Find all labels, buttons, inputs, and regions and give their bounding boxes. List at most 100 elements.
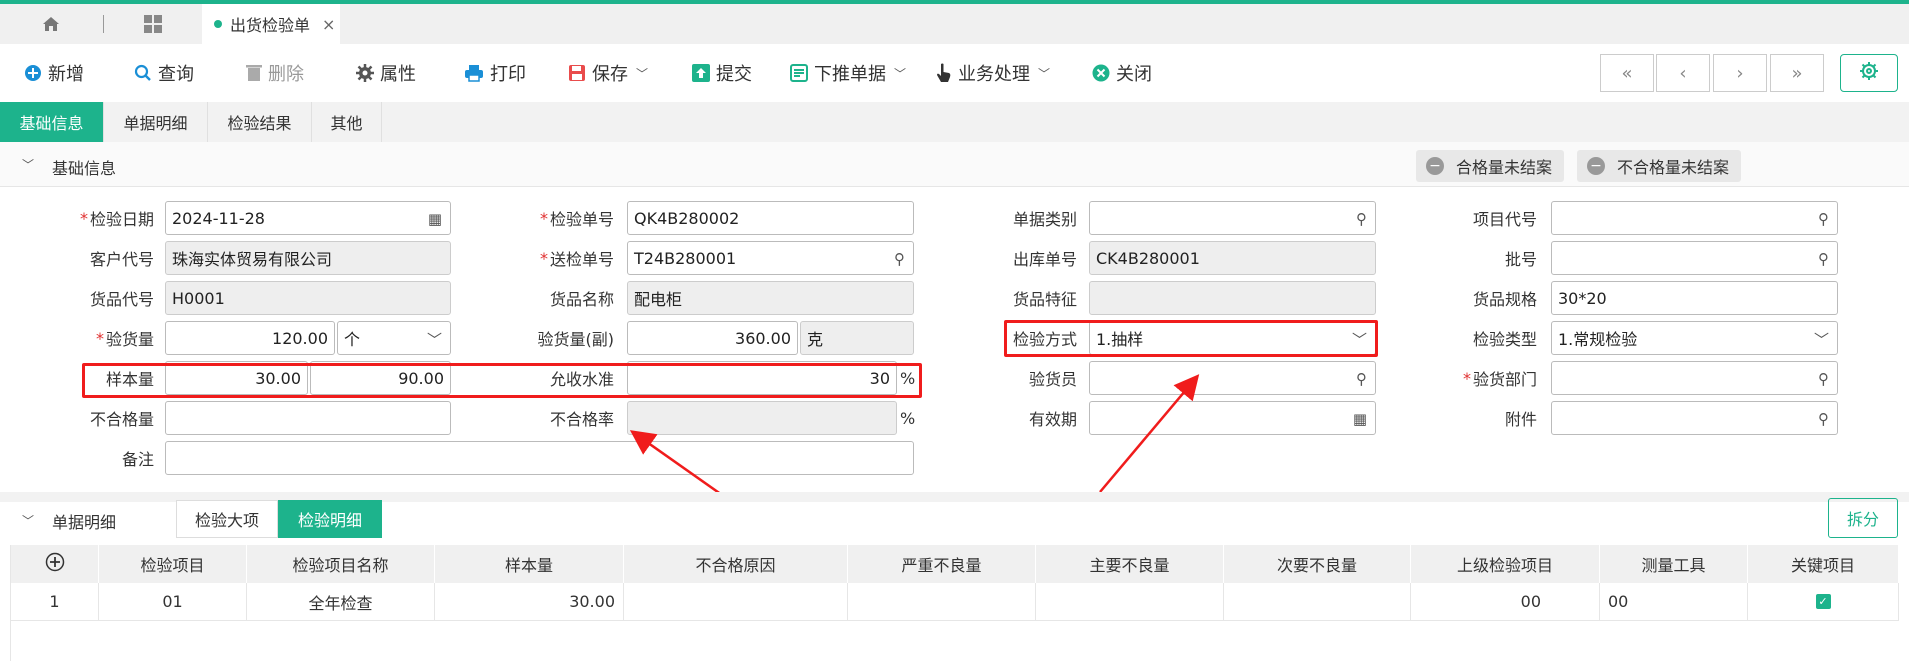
outbound-no-field: CK4B280001 xyxy=(1089,241,1376,275)
expiry-field[interactable]: ▦ xyxy=(1089,401,1376,435)
tab-basic-info[interactable]: 基础信息 xyxy=(0,102,104,142)
dept-field[interactable]: ⚲ xyxy=(1551,361,1838,395)
col-header[interactable]: 主要不良量 xyxy=(1036,545,1224,583)
inspect-no-field[interactable]: QK4B280002 xyxy=(627,201,914,235)
hand-pointer-icon xyxy=(936,63,952,83)
push-down-button[interactable]: 下推单据 ﹀ xyxy=(790,44,906,102)
home-icon[interactable] xyxy=(6,4,96,44)
qty-field[interactable]: 120.00 xyxy=(165,321,335,355)
close-button[interactable]: 关闭 xyxy=(1092,44,1152,102)
sample-field-1[interactable]: 30.00 xyxy=(165,361,308,395)
batch-field[interactable]: ⚲ xyxy=(1551,241,1838,275)
search-icon[interactable]: ⚲ xyxy=(1818,242,1829,274)
calendar-icon[interactable]: ▦ xyxy=(1353,402,1367,434)
delete-button[interactable]: 删除 xyxy=(246,44,304,102)
next-record-button[interactable]: › xyxy=(1713,54,1767,92)
calendar-icon[interactable]: ▦ xyxy=(428,202,442,234)
new-label: 新增 xyxy=(48,64,84,85)
qty-unit-select[interactable]: 个 ﹀ xyxy=(337,321,451,355)
new-button[interactable]: 新增 xyxy=(24,44,84,102)
search-icon[interactable]: ⚲ xyxy=(1818,362,1829,394)
cell-reason[interactable] xyxy=(624,583,848,621)
query-button[interactable]: 查询 xyxy=(134,44,194,102)
apps-icon[interactable] xyxy=(108,4,198,44)
inspector-label: 验货员 xyxy=(1028,370,1077,389)
method-select[interactable]: 1.抽样 ﹀ xyxy=(1089,321,1376,355)
item-name-field: 配电柜 xyxy=(627,281,914,315)
search-icon[interactable]: ⚲ xyxy=(1818,202,1829,234)
project-code-field[interactable]: ⚲ xyxy=(1551,201,1838,235)
search-icon[interactable]: ⚲ xyxy=(1356,202,1367,234)
inspector-field[interactable]: ⚲ xyxy=(1089,361,1376,395)
col-header[interactable]: 严重不良量 xyxy=(848,545,1036,583)
tab-inspection-detail[interactable]: 检验明细 xyxy=(278,500,382,538)
col-header[interactable]: 测量工具 xyxy=(1600,545,1748,583)
tab-document-details[interactable]: 单据明细 xyxy=(104,102,208,142)
search-icon[interactable]: ⚲ xyxy=(894,242,905,274)
business-button[interactable]: 业务处理 ﹀ xyxy=(936,44,1050,102)
qualified-unclosed-badge[interactable]: − 合格量未结案 xyxy=(1416,150,1565,182)
item-spec-field[interactable]: 30*20 xyxy=(1551,281,1838,315)
doc-type-field[interactable]: ⚲ xyxy=(1089,201,1376,235)
unqualified-unclosed-badge[interactable]: − 不合格量未结案 xyxy=(1577,150,1742,182)
save-button[interactable]: 保存 ﹀ xyxy=(568,44,648,102)
cell-critical[interactable] xyxy=(848,583,1036,621)
minus-circle-icon: − xyxy=(1587,157,1605,175)
detail-section-title: 单据明细 xyxy=(52,513,117,532)
chevron-down-icon[interactable]: ﹀ xyxy=(22,512,34,529)
col-header[interactable]: 检验项目名称 xyxy=(247,545,435,583)
tab-other[interactable]: 其他 xyxy=(312,102,382,142)
col-header[interactable]: 样本量 xyxy=(435,545,624,583)
tab-inspection-result[interactable]: 检验结果 xyxy=(208,102,312,142)
type-select[interactable]: 1.常规检验 ﹀ xyxy=(1551,321,1838,355)
search-icon[interactable]: ⚲ xyxy=(1356,362,1367,394)
defect-qty-field[interactable] xyxy=(165,401,451,435)
tab-inspection-major[interactable]: 检验大项 xyxy=(176,500,278,538)
qty-sub-field[interactable]: 360.00 xyxy=(627,321,798,355)
cell-name[interactable]: 全年检查 xyxy=(247,583,435,621)
cell-minor[interactable] xyxy=(1224,583,1411,621)
cell-parent[interactable]: 00 xyxy=(1411,583,1600,621)
query-label: 查询 xyxy=(158,64,194,85)
tab-outbound-inspection[interactable]: 出货检验单 × xyxy=(202,4,340,44)
cell-item[interactable]: 01 xyxy=(99,583,247,621)
item-feature-label: 货品特征 xyxy=(1012,290,1077,309)
first-record-button[interactable]: « xyxy=(1600,54,1654,92)
submit-button[interactable]: 提交 xyxy=(692,44,752,102)
send-no-field[interactable]: T24B280001 ⚲ xyxy=(627,241,914,275)
col-header[interactable]: 不合格原因 xyxy=(624,545,848,583)
cell-major[interactable] xyxy=(1036,583,1224,621)
checkbox-checked-icon[interactable]: ✓ xyxy=(1815,594,1831,609)
inspect-date-field[interactable]: 2024-11-28 ▦ xyxy=(165,201,451,235)
close-tab-icon[interactable]: × xyxy=(322,15,335,34)
search-icon[interactable]: ⚲ xyxy=(1818,402,1829,434)
last-record-button[interactable]: » xyxy=(1770,54,1824,92)
col-header[interactable]: 次要不良量 xyxy=(1224,545,1411,583)
chevron-down-icon[interactable]: ﹀ xyxy=(22,156,34,173)
col-header[interactable]: 关键项目 xyxy=(1748,545,1899,583)
delete-label: 删除 xyxy=(268,64,304,85)
qty-sub-unit-field: 克 xyxy=(800,321,914,355)
sample-field-2[interactable]: 90.00 xyxy=(310,361,451,395)
cell-sample[interactable]: 30.00 xyxy=(435,583,624,621)
attach-field[interactable]: ⚲ xyxy=(1551,401,1838,435)
printer-icon xyxy=(464,64,484,82)
col-header[interactable]: 上级检验项目 xyxy=(1411,545,1600,583)
print-button[interactable]: 打印 xyxy=(464,44,526,102)
prev-record-button[interactable]: ‹ xyxy=(1656,54,1710,92)
business-label: 业务处理 xyxy=(958,64,1030,85)
remark-field[interactable] xyxy=(165,441,914,475)
col-header[interactable]: 检验项目 xyxy=(99,545,247,583)
properties-button[interactable]: 属性 xyxy=(356,44,416,102)
chevron-down-icon[interactable]: ﹀ xyxy=(636,65,648,82)
defect-rate-percent: % xyxy=(900,408,916,428)
aql-field[interactable]: 30 xyxy=(627,361,897,395)
method-label: 检验方式 xyxy=(1012,330,1077,349)
chevron-down-icon[interactable]: ﹀ xyxy=(1038,65,1050,82)
cell-key[interactable]: ✓ xyxy=(1748,583,1899,621)
chevron-down-icon[interactable]: ﹀ xyxy=(894,65,906,82)
cell-tool[interactable]: 00 xyxy=(1600,583,1748,621)
settings-button[interactable] xyxy=(1840,54,1898,92)
add-row-button[interactable] xyxy=(11,545,99,583)
split-button[interactable]: 拆分 xyxy=(1828,498,1898,538)
